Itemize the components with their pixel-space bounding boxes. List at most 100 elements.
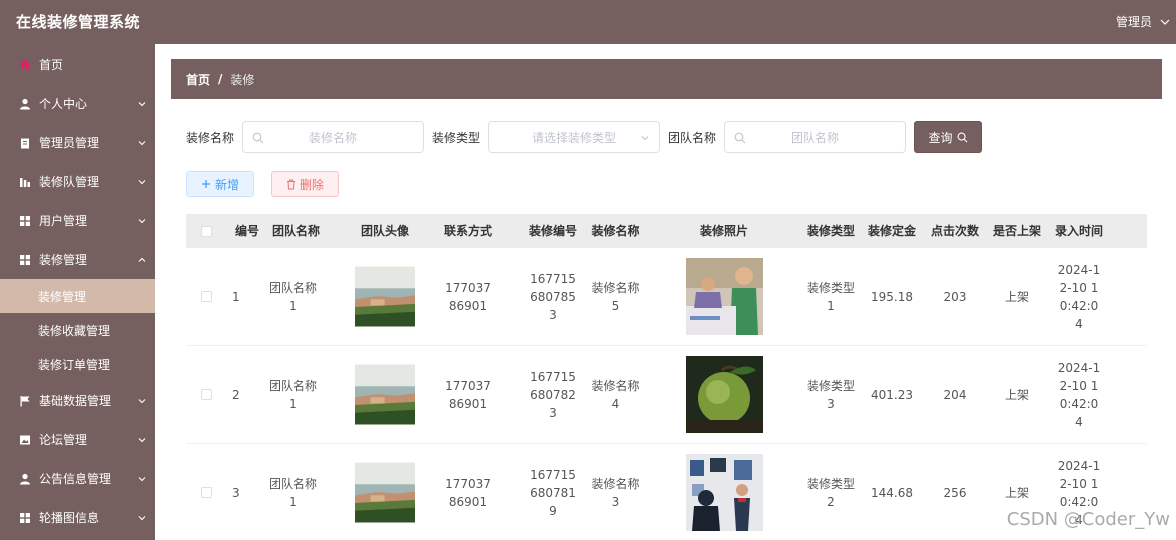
cell-name: 装修名称3 (585, 475, 646, 511)
sidebar-subitem-label: 装修收藏管理 (38, 323, 111, 338)
table-row[interactable]: 2 团队名称1 17703786901 1677156807823 装修名称4 … (186, 346, 1147, 444)
name-search-placeholder: 装修名称 (309, 130, 358, 145)
header-cell: 点击次数 (930, 224, 979, 238)
row-checkbox[interactable] (200, 389, 212, 400)
user-menu[interactable]: 管理员 (1116, 13, 1170, 30)
decoration-table: 编号 团队名称 团队头像 联系方式 装修编号 装修名称 装修照片 装修类型 装修… (186, 214, 1147, 540)
team-filter-label: 团队名称 (668, 130, 717, 145)
cell-photo (646, 356, 802, 433)
type-select[interactable]: 请选择装修类型 (488, 121, 661, 153)
delete-button[interactable]: 删除 (271, 171, 339, 197)
team-avatar-image[interactable] (355, 454, 415, 531)
cell-phone-text: 17703786901 (445, 476, 491, 509)
sidebar-subitem-decoration-manage[interactable]: 装修管理 (0, 279, 155, 313)
sidebar-item-forum[interactable]: 论坛管理 (0, 420, 155, 459)
user-icon (19, 473, 31, 485)
select-all-checkbox[interactable] (200, 225, 212, 237)
grid-icon (19, 512, 31, 524)
sidebar-item-basic-data[interactable]: 基础数据管理 (0, 381, 155, 420)
select-all-cell (186, 225, 226, 237)
sidebar-subitem-label: 装修管理 (38, 289, 87, 304)
chevron-down-icon (138, 102, 146, 107)
sidebar-item-announcements[interactable]: 公告信息管理 (0, 459, 155, 498)
type-select-placeholder: 请选择装修类型 (532, 130, 617, 145)
sidebar-item-profile[interactable]: 个人中心 (0, 84, 155, 123)
sidebar: 首页 个人中心 管理员管理 装修队管理 用户管理 装修管理 装修管理 装修收藏管… (0, 44, 155, 540)
sidebar-item-label: 基础数据管理 (39, 394, 112, 408)
team-avatar-image[interactable] (355, 356, 415, 433)
cell-deposit: 401.23 (871, 387, 913, 402)
cell-team: 团队名称1 (268, 279, 355, 315)
sidebar-item-label: 首页 (39, 57, 64, 72)
breadcrumb-home[interactable]: 首页 (186, 71, 210, 88)
search-icon (957, 132, 968, 142)
user-name: 管理员 (1115, 15, 1152, 29)
chevron-down-icon (138, 180, 146, 185)
cell-time: 2024-12-10 10:42:04 (1048, 359, 1110, 431)
trash-icon (286, 179, 295, 189)
cell-phone: 17703786901 (415, 377, 521, 413)
cell-clicks: 203 (943, 289, 967, 304)
cell-id: 3 (232, 485, 240, 500)
name-search-input[interactable]: 装修名称 (242, 121, 425, 153)
app-title: 在线装修管理系统 (16, 13, 141, 31)
cell-code-text: 1677156807853 (530, 271, 576, 322)
table-row[interactable]: 3 团队名称1 17703786901 1677156807819 装修名称3 … (186, 444, 1147, 540)
cell-code: 1677156807853 (521, 270, 585, 324)
sidebar-item-home[interactable]: 首页 (0, 44, 155, 84)
sidebar-item-admin[interactable]: 管理员管理 (0, 123, 155, 162)
header-cell: 联系方式 (443, 224, 492, 238)
cell-type: 装修类型3 (802, 377, 860, 413)
add-button[interactable]: 新增 (186, 171, 254, 197)
chevron-down-icon (138, 438, 146, 443)
sidebar-item-users[interactable]: 用户管理 (0, 201, 155, 240)
header-cell: 团队头像 (360, 224, 409, 238)
sidebar-item-label: 轮播图信息 (39, 511, 100, 525)
sidebar-item-carousel[interactable]: 轮播图信息 (0, 498, 155, 537)
clipboard-icon (19, 137, 31, 149)
row-checkbox[interactable] (200, 291, 212, 302)
search-icon (734, 132, 746, 144)
name-filter-label: 装修名称 (186, 130, 235, 145)
cell-type-text: 装修类型2 (807, 476, 856, 509)
row-checkbox[interactable] (200, 487, 212, 498)
cell-deposit: 144.68 (871, 485, 913, 500)
filter-bar: 装修名称 装修名称 装修类型 请选择装修类型 团队名称 团队名称 查询 (186, 121, 983, 153)
cell-team-text: 团队名称1 (268, 280, 317, 313)
decoration-photo-image[interactable] (685, 356, 763, 433)
cell-photo (646, 454, 802, 531)
cell-name-text: 装修名称5 (591, 280, 640, 313)
search-button[interactable]: 查询 (914, 121, 983, 153)
team-search-placeholder: 团队名称 (791, 130, 840, 145)
decoration-photo-image[interactable] (685, 454, 763, 531)
team-search-input[interactable]: 团队名称 (724, 121, 907, 153)
sidebar-subitem-label: 装修订单管理 (38, 357, 111, 372)
team-avatar-image[interactable] (355, 258, 415, 335)
cell-id: 1 (232, 289, 240, 304)
decoration-photo-image[interactable] (685, 258, 763, 335)
sidebar-item-label: 论坛管理 (39, 433, 88, 447)
top-header: 在线装修管理系统 管理员 (0, 0, 1176, 44)
chevron-down-icon (138, 399, 146, 404)
table-header: 编号 团队名称 团队头像 联系方式 装修编号 装修名称 装修照片 装修类型 装修… (186, 214, 1147, 248)
sidebar-item-team[interactable]: 装修队管理 (0, 162, 155, 201)
cell-deposit: 195.18 (871, 289, 913, 304)
cell-clicks: 204 (943, 387, 967, 402)
cell-team: 团队名称1 (268, 475, 355, 511)
sidebar-subitem-favorites[interactable]: 装修收藏管理 (0, 313, 155, 347)
flag-icon (19, 395, 31, 407)
sidebar-subitem-orders[interactable]: 装修订单管理 (0, 347, 155, 381)
sidebar-item-label: 个人中心 (39, 97, 88, 111)
cell-photo (646, 258, 802, 335)
sidebar-item-decoration[interactable]: 装修管理 (0, 240, 155, 279)
cell-listed: 上架 (1004, 485, 1029, 500)
cell-code: 1677156807819 (521, 466, 585, 520)
header-cell: 装修名称 (591, 224, 640, 238)
header-cell: 录入时间 (1054, 224, 1103, 238)
add-button-label: 新增 (214, 177, 239, 192)
type-filter-label: 装修类型 (432, 130, 481, 145)
watermark: CSDN @Coder_Yw (1006, 509, 1170, 530)
cell-time: 2024-12-10 10:42:04 (1048, 261, 1110, 333)
image-icon (19, 434, 31, 446)
table-row[interactable]: 1 团队名称1 17703786901 1677156807853 装修名称5 … (186, 248, 1147, 346)
